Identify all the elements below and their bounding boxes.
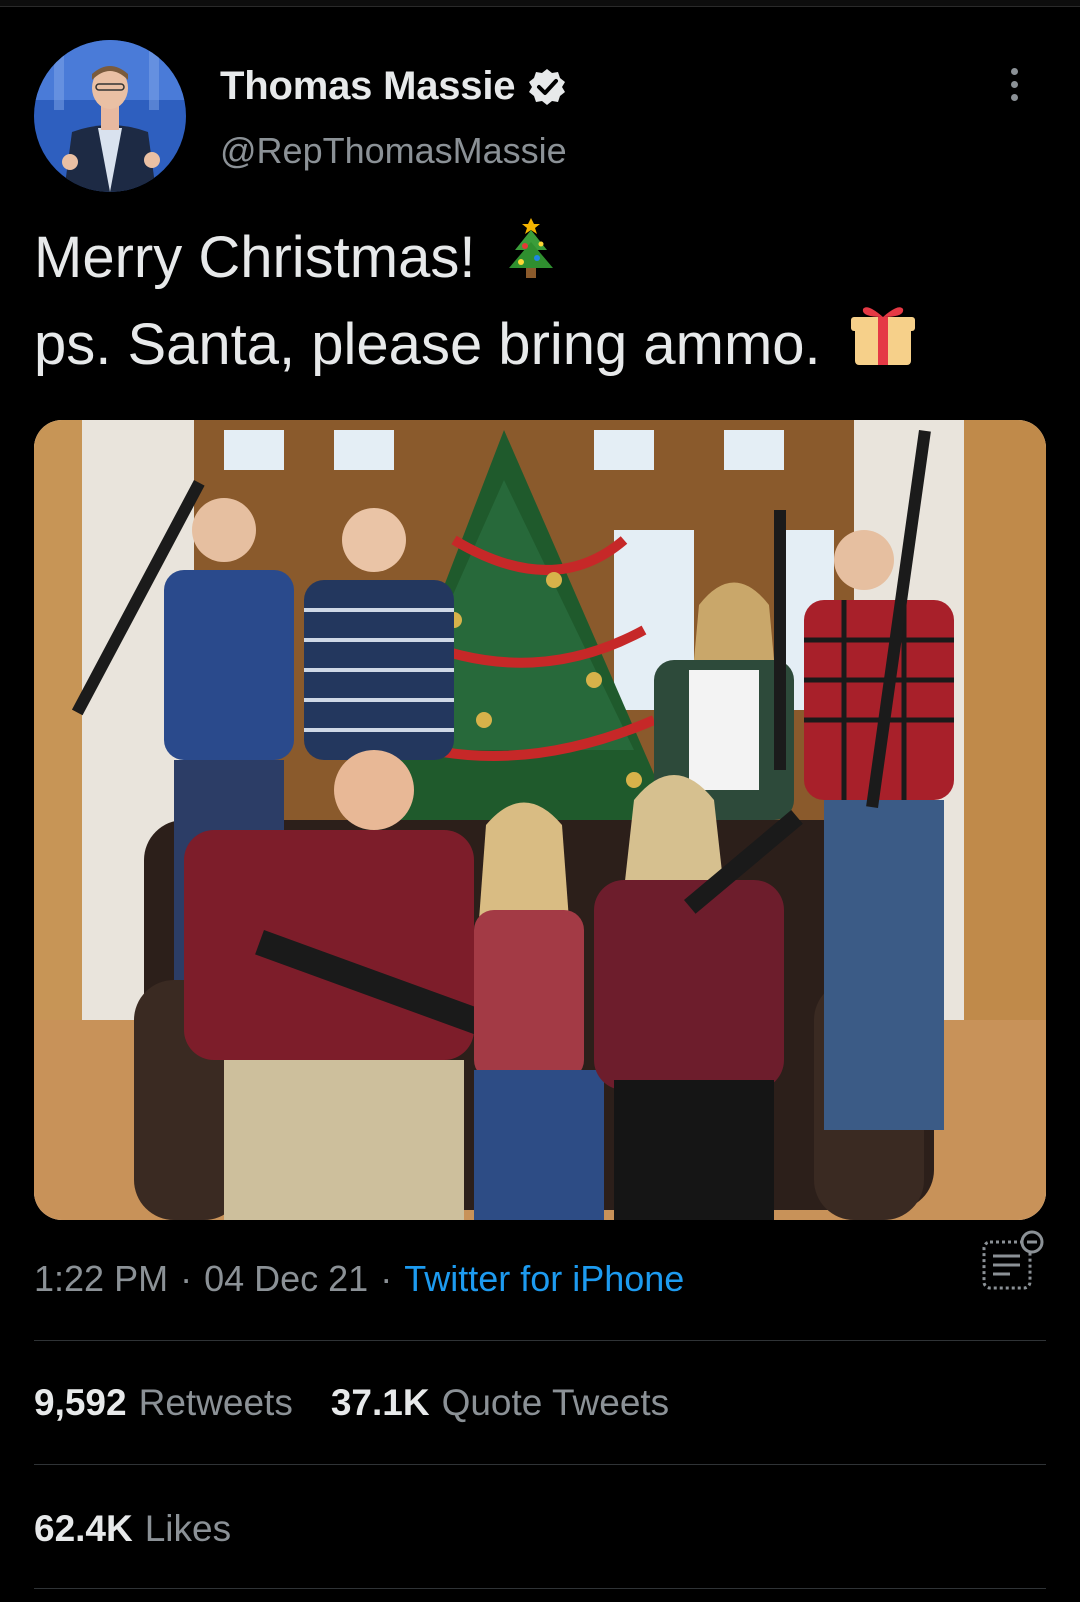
profile-photo-icon [34,40,186,192]
tweet-text-line-1: Merry Christmas! [34,214,917,301]
tweet-source-link[interactable]: Twitter for iPhone [404,1258,684,1300]
likes-row: 62.4K Likes [34,1508,269,1550]
divider [34,1464,1046,1465]
tweet-meta: 1:22 PM · 04 Dec 21 · Twitter for iPhone [34,1258,684,1300]
tweet-header: Thomas Massie @RepThomasMassie [34,40,1046,192]
tweet-text-line-1-text: Merry Christmas! [34,224,476,290]
likes-count: 62.4K [34,1508,133,1549]
divider [34,1340,1046,1341]
verified-badge-icon [527,67,567,107]
handle[interactable]: @RepThomasMassie [220,130,567,172]
quote-tweets-stat[interactable]: 37.1K Quote Tweets [331,1382,669,1424]
display-name[interactable]: Thomas Massie [220,64,515,109]
divider [34,1588,1046,1589]
quote-tweets-count: 37.1K [330,1382,430,1423]
meta-separator: · [180,1258,193,1299]
tweet-media-photo[interactable] [34,420,1046,1220]
analytics-icon[interactable] [980,1230,1046,1296]
top-edge [0,0,1080,7]
family-christmas-photo-icon [34,420,1046,1220]
likes-label: Likes [144,1508,232,1549]
likes-stat[interactable]: 62.4K Likes [34,1508,231,1550]
avatar[interactable] [34,40,186,192]
tweet-time[interactable]: 1:22 PM [34,1258,168,1300]
engagement-stats: 9,592 Retweets 37.1K Quote Tweets [34,1382,707,1424]
tweet-text: Merry Christmas! ps. Santa, please bring… [34,214,917,388]
meta-separator: · [380,1258,393,1299]
more-options-icon[interactable] [1004,68,1024,108]
christmas-tree-emoji-icon [503,214,559,301]
name-row: Thomas Massie [220,64,567,109]
wrapped-gift-emoji-icon [849,301,917,388]
quote-tweets-label: Quote Tweets [441,1382,670,1423]
tweet-text-line-2-text: ps. Santa, please bring ammo. [34,311,821,377]
tweet-date[interactable]: 04 Dec 21 [204,1258,368,1300]
retweets-count: 9,592 [34,1382,127,1423]
retweets-stat[interactable]: 9,592 Retweets [34,1382,293,1424]
retweets-label: Retweets [138,1382,293,1423]
tweet-text-line-2: ps. Santa, please bring ammo. [34,301,917,388]
